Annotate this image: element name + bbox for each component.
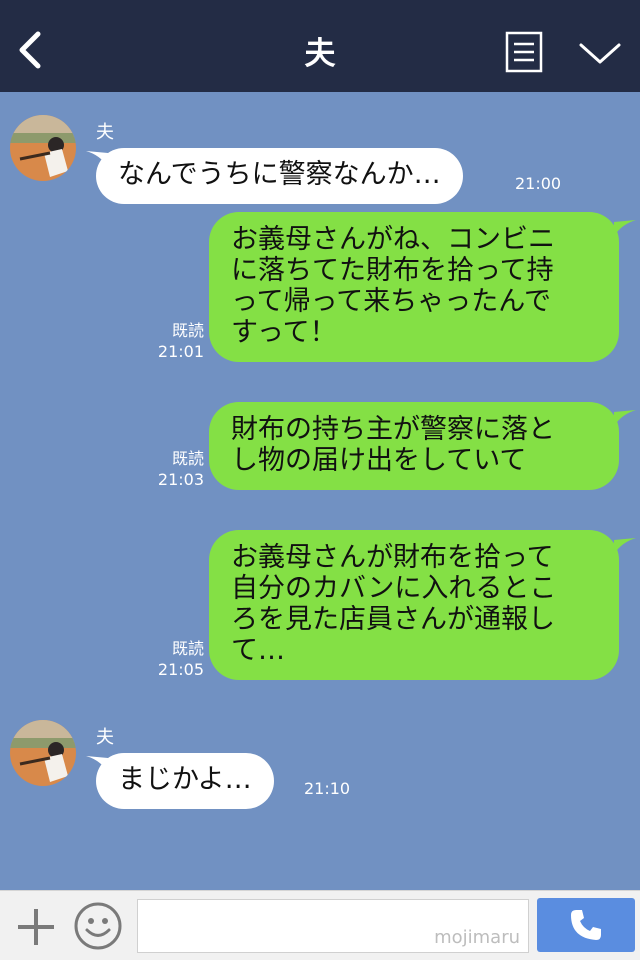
read-receipt: 既読	[171, 321, 204, 340]
read-receipt: 既読	[171, 639, 204, 658]
message-text: て…	[231, 635, 285, 666]
message-bubble-outgoing[interactable]: 財布の持ち主が警察に落と し物の届け出をしていて	[209, 402, 619, 490]
bubble-tail	[614, 220, 636, 236]
message-text: ろを見た店員さんが通報し	[231, 604, 555, 635]
read-receipt: 既読	[171, 449, 204, 468]
message-text: 財布の持ち主が警察に落と	[231, 414, 555, 445]
smiley-icon[interactable]	[73, 901, 123, 951]
plus-icon[interactable]	[14, 905, 58, 949]
message-text: に落ちてた財布を拾って持	[231, 255, 554, 286]
message-meta: 既読 21:05	[144, 638, 204, 680]
chevron-down-icon[interactable]	[578, 38, 622, 68]
message-text: お義母さんがね、コンビニ	[231, 224, 555, 255]
message-bubble-outgoing[interactable]: お義母さんがね、コンビニ に落ちてた財布を拾って持 って帰って来ちゃったんで す…	[209, 212, 619, 362]
message-input[interactable]: mojimaru	[137, 899, 529, 953]
chat-header: 夫	[0, 0, 640, 92]
bubble-tail	[614, 410, 636, 426]
message-time: 21:01	[157, 342, 204, 361]
message-meta: 既読 21:03	[144, 448, 204, 490]
message-bubble-outgoing[interactable]: お義母さんが財布を拾って 自分のカバンに入れるとこ ろを見た店員さんが通報し て…	[209, 530, 619, 680]
avatar[interactable]	[10, 115, 76, 181]
message-text: まじかよ…	[118, 764, 252, 795]
input-bar: mojimaru	[0, 890, 640, 960]
message-bubble-incoming[interactable]: まじかよ…	[96, 753, 274, 809]
document-menu-icon[interactable]	[505, 31, 543, 73]
bubble-tail	[614, 538, 636, 554]
message-time: 21:00	[515, 174, 562, 193]
chat-title: 夫	[304, 36, 336, 72]
avatar[interactable]	[10, 720, 76, 786]
message-text: お義母さんが財布を拾って	[231, 542, 554, 573]
avatar-photo-icon	[10, 115, 76, 181]
message-time: 21:10	[304, 779, 351, 798]
message-meta: 既読 21:01	[144, 320, 204, 362]
message-time: 21:05	[157, 660, 204, 679]
back-chevron-icon[interactable]	[14, 30, 48, 70]
message-bubble-incoming[interactable]: なんでうちに警察なんか…	[96, 148, 463, 204]
watermark-text: mojimaru	[434, 927, 520, 948]
message-text: し物の届け出をしていて	[231, 445, 527, 476]
call-button[interactable]	[537, 898, 635, 952]
avatar-photo-icon	[10, 720, 76, 786]
message-text: なんでうちに警察なんか…	[118, 159, 441, 190]
sender-name: 夫	[96, 122, 114, 143]
sender-name: 夫	[96, 727, 114, 748]
phone-icon	[571, 910, 601, 940]
message-time: 21:03	[157, 470, 204, 489]
chat-area[interactable]: 夫 なんでうちに警察なんか… 21:00 既読 21:01 お義母さんがね、コン…	[0, 92, 640, 890]
message-text: すって！	[231, 317, 337, 348]
message-text: 自分のカバンに入れるとこ	[231, 573, 557, 604]
message-text: って帰って来ちゃったんで	[231, 286, 551, 317]
